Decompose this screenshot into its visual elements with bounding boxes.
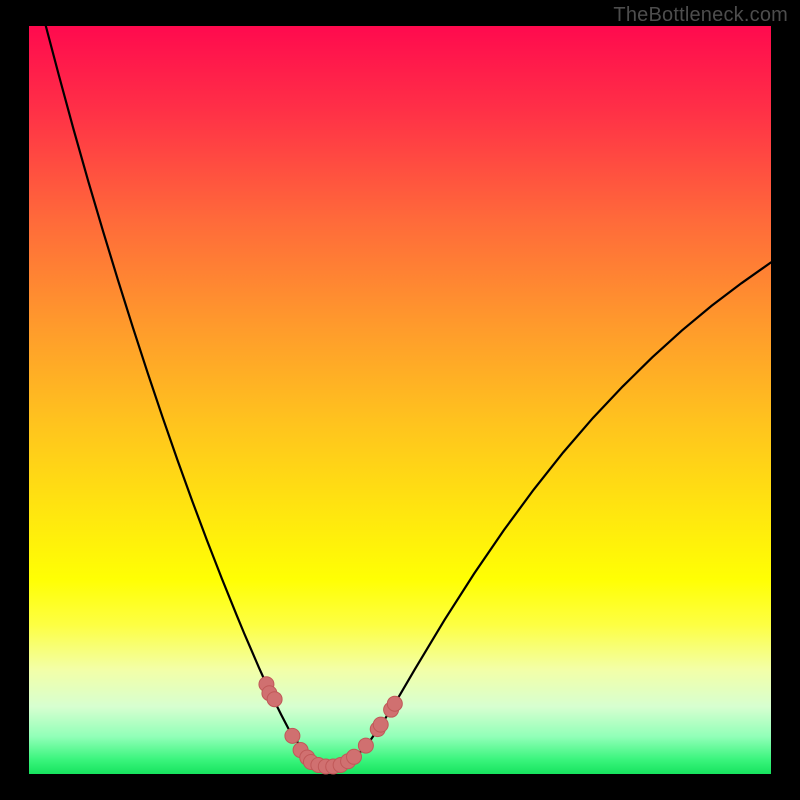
chart-svg [29,26,771,774]
curve-marker [347,749,362,764]
chart-frame: TheBottleneck.com [0,0,800,800]
curve-marker [285,728,300,743]
chart-plot-area [29,26,771,774]
watermark-text: TheBottleneck.com [613,4,788,27]
curve-marker [373,717,388,732]
curve-marker [387,696,402,711]
bottleneck-curve [29,0,771,767]
curve-markers [259,677,402,774]
curve-marker [358,738,373,753]
curve-marker [267,692,282,707]
